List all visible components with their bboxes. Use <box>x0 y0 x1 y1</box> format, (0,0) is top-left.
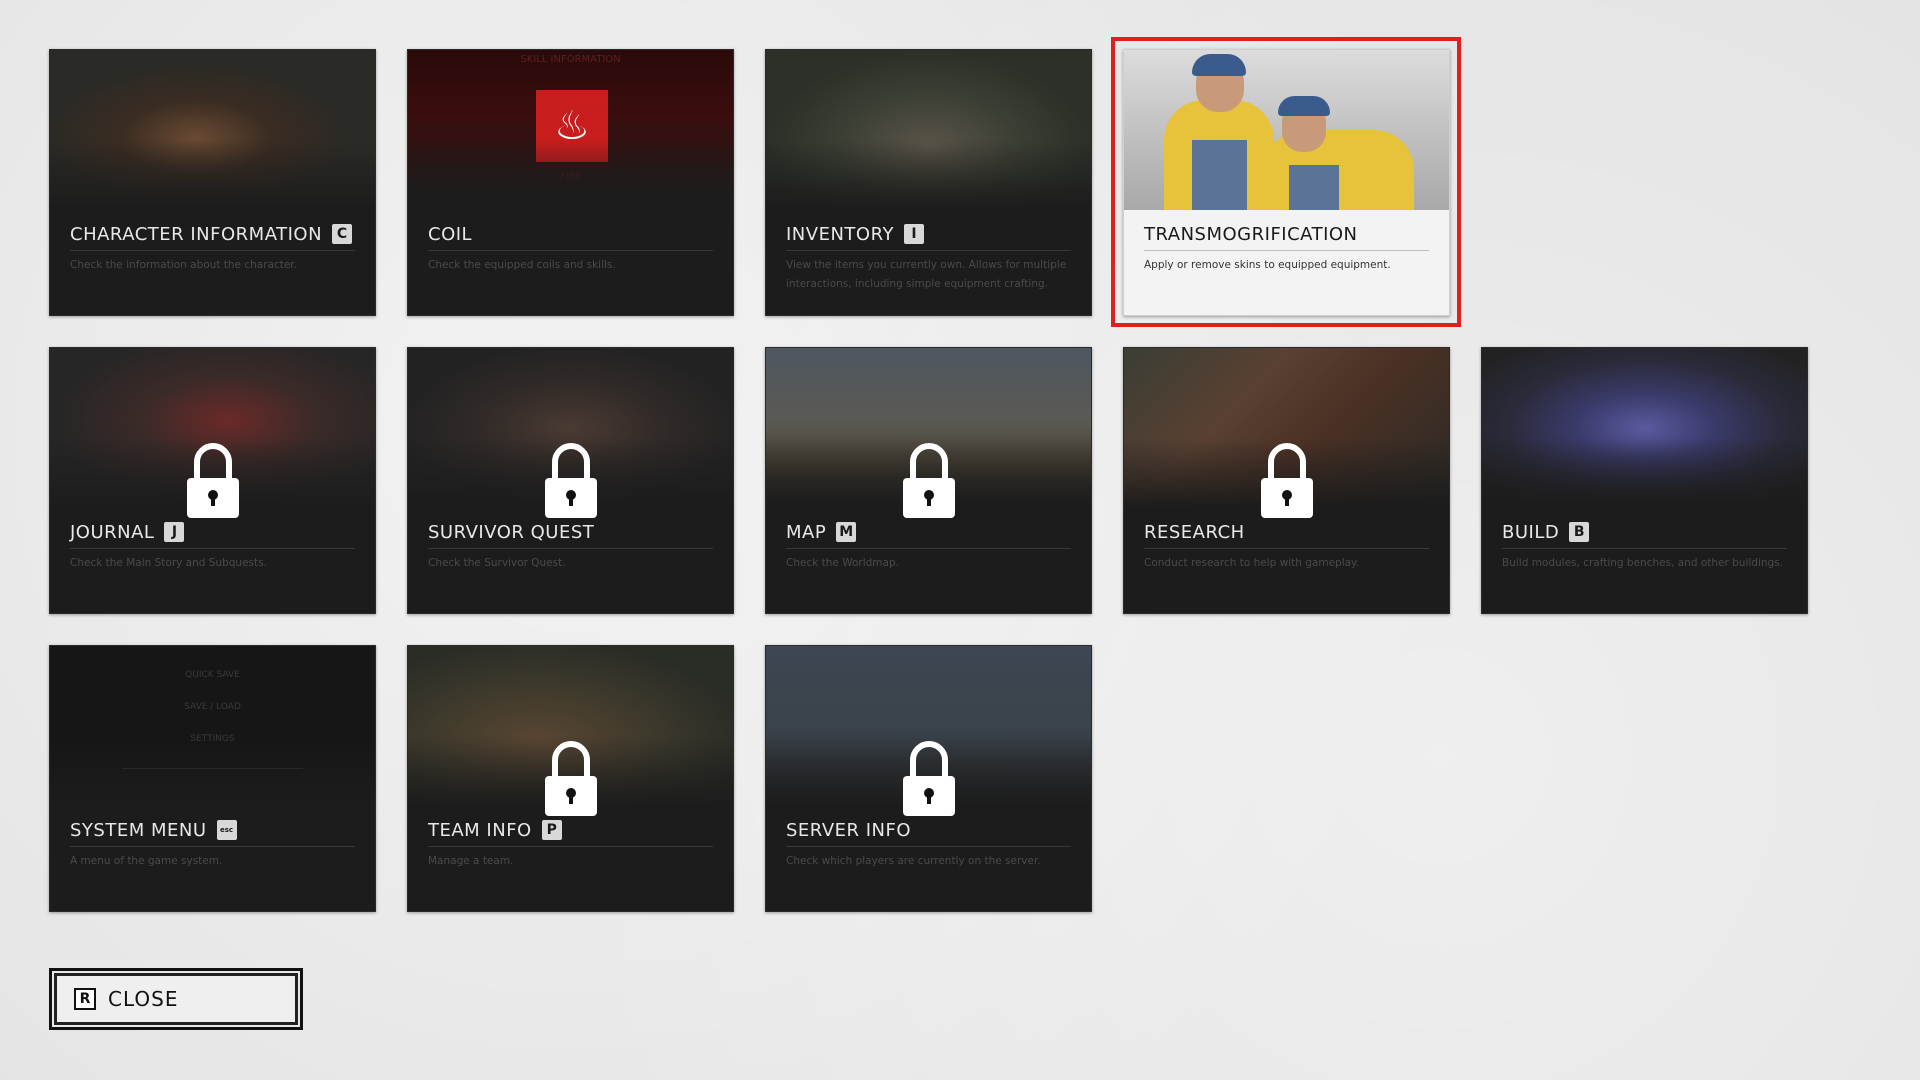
card-art: SKILL INFORMATION ♨ FIRE <box>408 50 733 210</box>
divider <box>1502 548 1787 549</box>
overalls-right <box>1289 165 1339 210</box>
divider <box>786 548 1071 549</box>
card-description: Check the information about the characte… <box>70 259 298 271</box>
hotkey-badge: I <box>903 224 924 244</box>
system-menu-preview-divider <box>122 768 303 769</box>
divider <box>1144 250 1429 251</box>
menu-card-map[interactable]: MAP M Check the Worldmap. <box>765 347 1092 614</box>
menu-card-character-information[interactable]: CHARACTER INFORMATION C Check the inform… <box>49 49 376 316</box>
menu-card-transmogrification[interactable]: TRANSMOGRIFICATION Apply or remove skins… <box>1123 49 1450 316</box>
card-title: COIL <box>428 223 473 245</box>
card-title: BUILD <box>1502 521 1560 543</box>
card-title: SERVER INFO <box>786 819 912 841</box>
card-description: Conduct research to help with gameplay. <box>1144 557 1360 569</box>
hotkey-badge: B <box>1569 522 1590 542</box>
card-title: RESEARCH <box>1144 521 1245 543</box>
menu-card-server-info[interactable]: SERVER INFO Check which players are curr… <box>765 645 1092 912</box>
menu-card-coil[interactable]: SKILL INFORMATION ♨ FIRE COIL Check the … <box>407 49 734 316</box>
menu-card-inventory[interactable]: INVENTORY I View the items you currently… <box>765 49 1092 316</box>
skill-caption: FIRE <box>560 172 581 182</box>
card-description: Check the Main Story and Subquests. <box>70 557 267 569</box>
card-art <box>1482 348 1807 508</box>
divider <box>428 548 713 549</box>
lock-icon <box>544 443 597 518</box>
divider <box>70 250 355 251</box>
close-hotkey-badge: R <box>74 988 96 1010</box>
divider <box>1144 548 1429 549</box>
card-description: A menu of the game system. <box>70 855 223 867</box>
card-title: SURVIVOR QUEST <box>428 521 595 543</box>
cap-right <box>1278 96 1330 116</box>
lock-icon <box>1260 443 1313 518</box>
card-art: QUICK SAVE SAVE / LOAD SETTINGS <box>50 646 375 806</box>
card-description: Build modules, crafting benches, and oth… <box>1502 557 1783 569</box>
card-description: Manage a team. <box>428 855 514 867</box>
divider <box>70 548 355 549</box>
divider <box>428 250 713 251</box>
cap-left <box>1192 54 1246 76</box>
card-title: JOURNAL <box>70 521 155 543</box>
lock-icon <box>902 741 955 816</box>
overalls-left <box>1192 140 1247 210</box>
card-title: SYSTEM MENU <box>70 819 207 841</box>
hotkey-badge: M <box>836 522 857 542</box>
card-title: CHARACTER INFORMATION <box>70 223 323 245</box>
hotkey-badge: C <box>332 224 353 244</box>
menu-card-system-menu[interactable]: QUICK SAVE SAVE / LOAD SETTINGS SYSTEM M… <box>49 645 376 912</box>
menu-card-build[interactable]: BUILD B Build modules, crafting benches,… <box>1481 347 1808 614</box>
card-title: MAP <box>786 521 827 543</box>
card-description: Check the Survivor Quest. <box>428 557 566 569</box>
menu-card-journal[interactable]: JOURNAL J Check the Main Story and Subqu… <box>49 347 376 614</box>
close-button-label: CLOSE <box>108 987 179 1011</box>
card-description: Apply or remove skins to equipped equipm… <box>1144 259 1391 271</box>
menu-card-team-info[interactable]: TEAM INFO P Manage a team. <box>407 645 734 912</box>
skill-information-header: SKILL INFORMATION <box>520 54 621 65</box>
hotkey-badge: P <box>541 820 562 840</box>
divider <box>786 250 1071 251</box>
card-art <box>766 50 1091 210</box>
close-button[interactable]: R CLOSE <box>49 968 303 1030</box>
system-menu-preview-item: SETTINGS <box>190 734 235 744</box>
divider <box>786 846 1071 847</box>
lock-icon <box>544 741 597 816</box>
divider <box>428 846 713 847</box>
menu-card-survivor-quest[interactable]: SURVIVOR QUEST Check the Survivor Quest. <box>407 347 734 614</box>
lock-icon <box>186 443 239 518</box>
system-menu-preview-item: QUICK SAVE <box>185 670 240 680</box>
card-title: TEAM INFO <box>428 819 532 841</box>
card-title: TRANSMOGRIFICATION <box>1144 223 1358 245</box>
card-description: Check the Worldmap. <box>786 557 899 569</box>
system-menu-preview-item: SAVE / LOAD <box>184 702 241 712</box>
hotkey-badge: esc <box>216 820 237 840</box>
card-description: Check which players are currently on the… <box>786 855 1041 867</box>
menu-card-research[interactable]: RESEARCH Conduct research to help with g… <box>1123 347 1450 614</box>
card-art <box>50 50 375 210</box>
fire-skill-icon: ♨ <box>536 90 608 162</box>
hotkey-badge: J <box>164 522 185 542</box>
card-description: Check the equipped coils and skills. <box>428 259 616 271</box>
card-art <box>1124 50 1449 210</box>
lock-icon <box>902 443 955 518</box>
card-title: INVENTORY <box>786 223 894 245</box>
card-description: View the items you currently own. Allows… <box>786 259 1067 290</box>
divider <box>70 846 355 847</box>
